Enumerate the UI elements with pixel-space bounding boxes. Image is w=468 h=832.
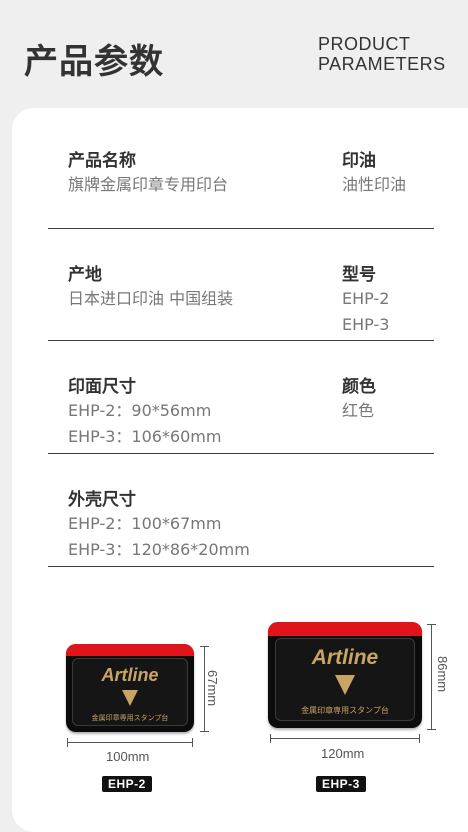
param-label-model: 型号 — [342, 265, 376, 285]
divider — [48, 228, 434, 229]
height-label-ehp2: 67mm — [205, 670, 220, 707]
page-title-en: PRODUCT PARAMETERS — [318, 34, 458, 74]
pad-caption: 金属印章専用スタンプ台 — [301, 706, 389, 715]
param-label-ink: 印油 — [342, 151, 376, 171]
param-value-line: 油性印油 — [342, 175, 407, 194]
brand-triangle-icon — [335, 675, 355, 695]
param-row-2: 产地 日本进口印油 中国组装 型号 EHP-2 EHP-3 — [48, 260, 434, 340]
parameter-card: 产品名称 旗牌金属印章专用印台 印油 油性印油 产地 日本进口印油 中国组装 型… — [12, 108, 468, 832]
height-label-ehp3: 86mm — [435, 656, 450, 693]
param-value-origin: 日本进口印油 中国组装 — [68, 286, 233, 312]
param-row-4: 外壳尺寸 EHP-2：100*67mm EHP-3：120*86*20mm — [48, 485, 434, 565]
param-value-case-size: EHP-2：100*67mm EHP-3：120*86*20mm — [68, 511, 250, 563]
pad-face: Artline 金属印章専用スタンプ台 — [275, 638, 415, 721]
param-value-print-size: EHP-2：90*56mm EHP-3：106*60mm — [68, 398, 221, 450]
param-label-case-size: 外壳尺寸 — [68, 490, 136, 510]
param-label-name: 产品名称 — [68, 151, 136, 171]
brand-logo: Artline — [311, 646, 379, 669]
param-value-line: EHP-3 — [342, 315, 390, 334]
param-value-line: EHP-3：120*86*20mm — [68, 540, 250, 559]
product-illustration: Artline 金属印章専用スタンプ台 67mm 100mm EHP-2 Art… — [12, 608, 468, 832]
page-title-en-line1: PRODUCT — [318, 34, 411, 54]
param-value-line: EHP-2 — [342, 289, 390, 308]
model-tag-ehp2: EHP-2 — [102, 776, 152, 792]
param-value-line: 日本进口印油 中国组装 — [68, 289, 234, 308]
param-row-1: 产品名称 旗牌金属印章专用印台 印油 油性印油 — [48, 146, 434, 230]
param-row-3: 印面尺寸 EHP-2：90*56mm EHP-3：106*60mm 颜色 红色 — [48, 372, 434, 452]
brand-logo: Artline — [101, 665, 159, 685]
width-label-ehp3: 120mm — [321, 746, 365, 761]
param-label-origin: 产地 — [68, 265, 102, 285]
pad-face: Artline 金属印章専用スタンプ台 — [72, 658, 188, 726]
brand-triangle-icon — [122, 690, 138, 706]
divider — [48, 453, 434, 454]
param-label-color: 颜色 — [342, 377, 376, 397]
pad-caption: 金属印章専用スタンプ台 — [91, 714, 169, 722]
param-value-model: EHP-2 EHP-3 — [342, 286, 389, 338]
width-label-ehp2: 100mm — [106, 749, 150, 764]
pad-lid-rim — [66, 644, 194, 656]
param-value-line: 旗牌金属印章专用印台 — [68, 175, 229, 194]
param-value-name: 旗牌金属印章专用印台 — [68, 172, 228, 198]
param-value-color: 红色 — [342, 398, 374, 424]
stamp-pad-ehp2: Artline 金属印章専用スタンプ台 — [66, 644, 194, 732]
divider — [48, 566, 434, 567]
height-dimension-ehp3 — [427, 624, 436, 730]
param-label-print-size: 印面尺寸 — [68, 377, 136, 397]
model-tag-ehp3: EHP-3 — [316, 776, 366, 792]
width-dimension-ehp2 — [67, 738, 193, 747]
param-value-ink: 油性印油 — [342, 172, 406, 198]
param-value-line: 红色 — [342, 401, 375, 420]
page-title-cn: 产品参数 — [24, 42, 164, 82]
pad-lid-rim — [268, 622, 422, 636]
param-value-line: EHP-3：106*60mm — [68, 427, 222, 446]
page-title-en-line2: PARAMETERS — [318, 54, 446, 74]
divider — [48, 340, 434, 341]
stamp-pad-ehp3: Artline 金属印章専用スタンプ台 — [268, 622, 422, 728]
param-value-line: EHP-2：90*56mm — [68, 401, 212, 420]
width-dimension-ehp3 — [270, 734, 420, 743]
param-value-line: EHP-2：100*67mm — [68, 514, 222, 533]
